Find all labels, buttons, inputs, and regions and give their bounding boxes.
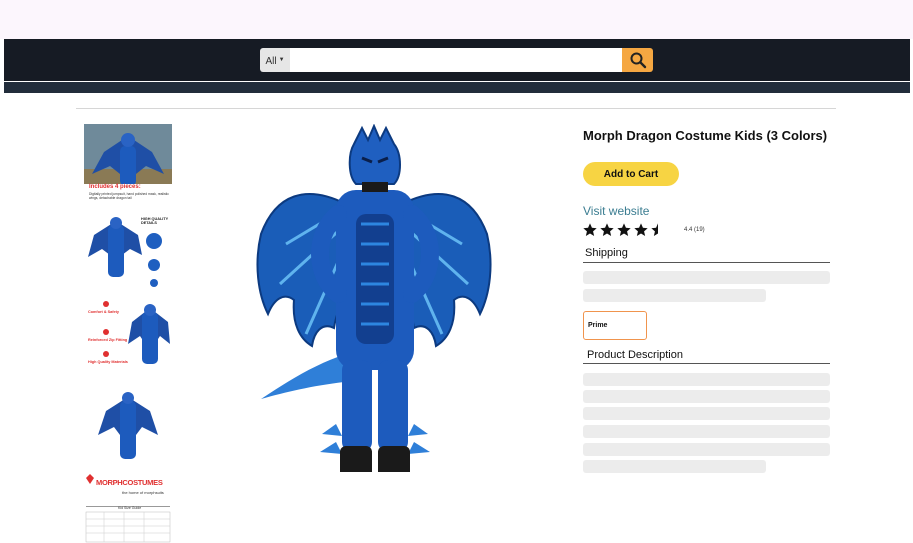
- thumb-2-caption: HIGH QUALITY DETAILS: [141, 217, 169, 225]
- thumbnail-gallery: Includes 4 pieces: Digitally printed jum…: [84, 124, 172, 543]
- search-category-label: All: [265, 55, 277, 67]
- thumbnail-2[interactable]: HIGH QUALITY DETAILS: [84, 211, 172, 292]
- search-category-dropdown[interactable]: All ▼: [260, 48, 290, 72]
- description-divider: [583, 363, 830, 364]
- star-half-icon: [651, 223, 658, 236]
- description-placeholder-line: [583, 460, 766, 473]
- description-placeholder-line: [583, 390, 830, 403]
- thumbnail-4[interactable]: [84, 385, 172, 466]
- shipping-placeholder-line: [583, 271, 830, 284]
- product-description-heading: Product Description: [587, 349, 683, 361]
- shipping-heading: Shipping: [585, 247, 628, 259]
- star-icon: [583, 223, 597, 236]
- search-button[interactable]: [622, 48, 653, 72]
- search-input[interactable]: [290, 48, 622, 72]
- description-placeholder-line: [583, 407, 830, 420]
- caret-down-icon: ▼: [278, 56, 285, 63]
- magnifier-icon: [630, 52, 646, 69]
- thumb-3-caption-2: Reinforced Zip Fitting: [88, 338, 128, 342]
- thumb-5-chart-title: Kid Size Guide: [118, 506, 142, 510]
- star-icon: [634, 223, 648, 236]
- visit-website-link[interactable]: Visit website: [583, 204, 649, 218]
- star-icon: [600, 223, 614, 236]
- star-icon: [617, 223, 631, 236]
- add-to-cart-button[interactable]: Add to Cart: [583, 162, 679, 186]
- product-title: Morph Dragon Costume Kids (3 Colors): [583, 128, 828, 143]
- thumbnail-1[interactable]: Includes 4 pieces: Digitally printed jum…: [84, 124, 172, 205]
- prime-label: Prime: [588, 322, 608, 329]
- description-placeholder-line: [583, 425, 830, 438]
- main-product-image[interactable]: [196, 123, 552, 483]
- thumb-3-caption-3: High Quality Materials: [88, 360, 128, 364]
- content-divider: [76, 108, 836, 109]
- dragon-costume-image: [196, 123, 552, 483]
- rating-stars: [582, 222, 667, 238]
- description-placeholder-line: [583, 443, 830, 456]
- description-placeholder-line: [583, 373, 830, 386]
- shipping-divider: [583, 262, 830, 263]
- prime-option[interactable]: Prime: [583, 311, 647, 340]
- thumb-1-subcaption: Digitally printed jumpsuit, hand polishe…: [89, 192, 169, 200]
- search-bar: All ▼: [260, 48, 653, 72]
- shipping-placeholder-line: [583, 289, 766, 302]
- rating-count[interactable]: 4.4 (19): [684, 227, 705, 233]
- sub-navbar: [4, 82, 910, 93]
- thumb-3-caption-1: Comfort & Safety: [88, 310, 120, 314]
- thumbnail-5[interactable]: MORPHCOSTUMES the home of morphsuits Kid…: [84, 472, 172, 543]
- thumbnail-3[interactable]: Comfort & Safety Reinforced Zip Fitting …: [84, 298, 172, 379]
- browser-top-strip: [0, 0, 913, 39]
- thumb-5-brand: MORPHCOSTUMES: [96, 478, 163, 487]
- thumb-1-caption: Includes 4 pieces:: [89, 184, 141, 190]
- thumb-5-tagline: the home of morphsuits: [122, 490, 164, 495]
